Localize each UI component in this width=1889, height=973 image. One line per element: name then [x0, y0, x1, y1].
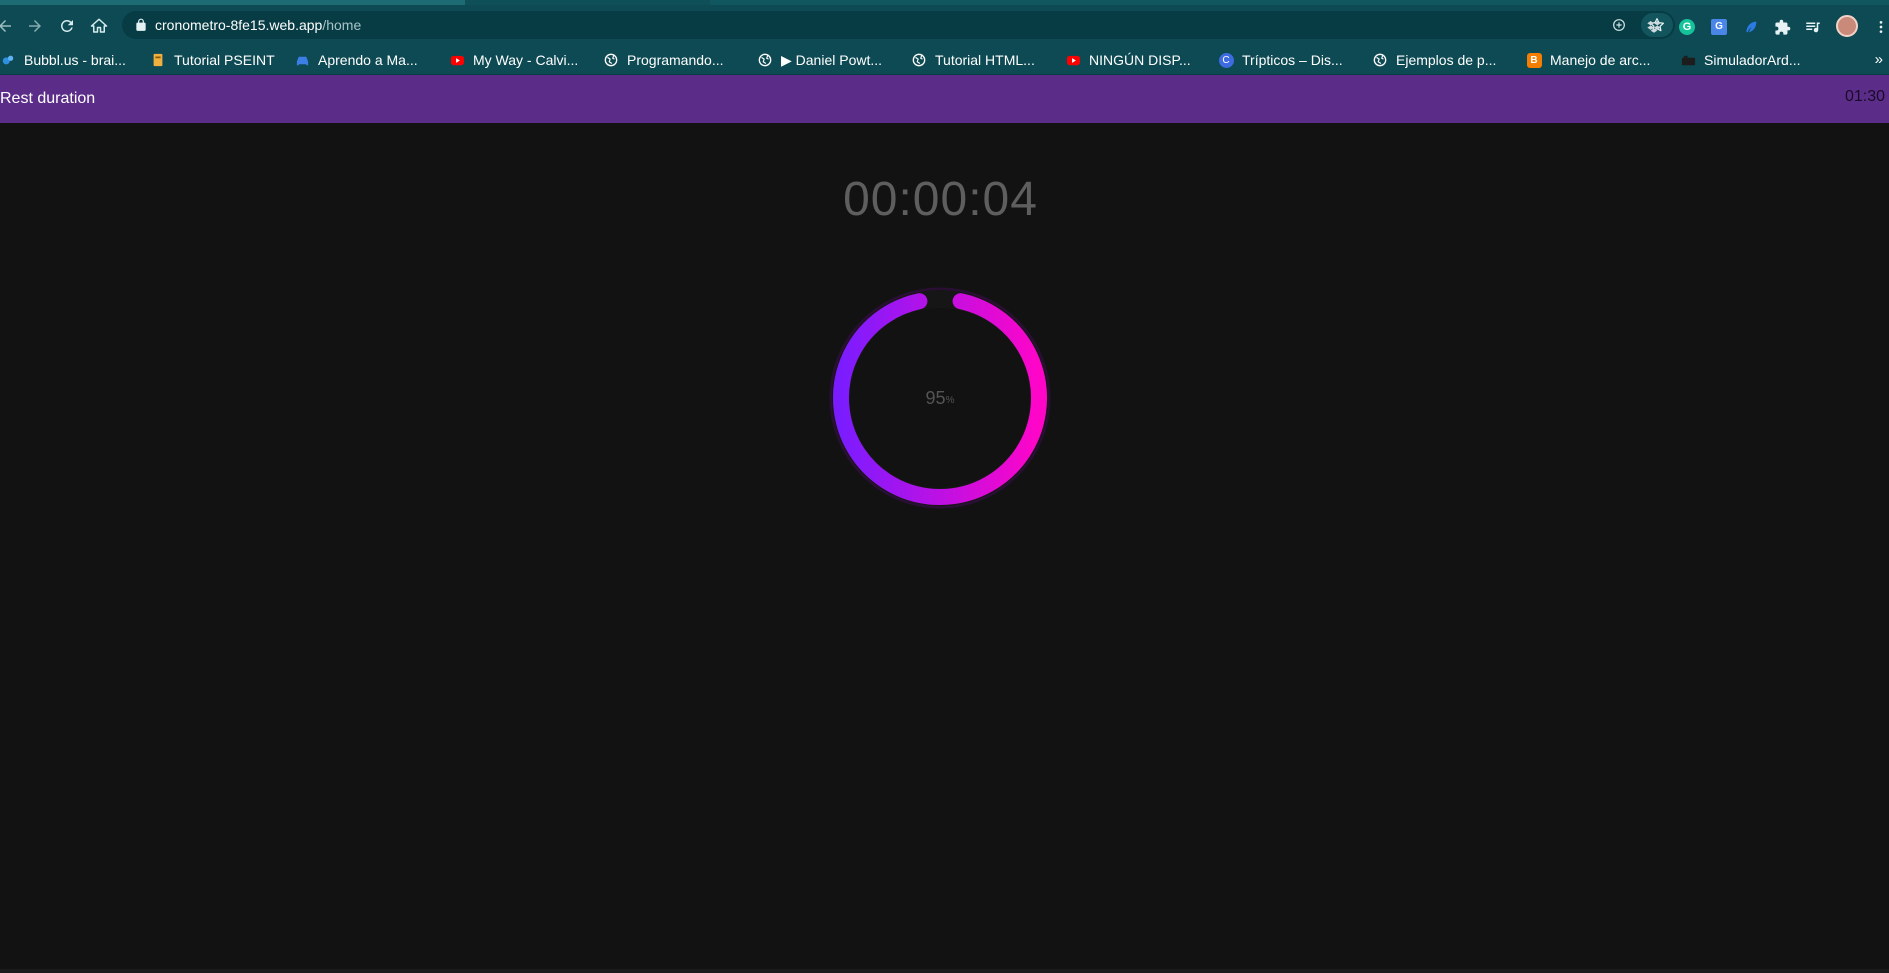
browser-toolbar: cronometro-8fe15.web.app/home G G: [0, 5, 1889, 45]
bookmark-item[interactable]: My Way - Calvi...: [449, 45, 578, 75]
bookmark-item[interactable]: Tutorial HTML...: [911, 45, 1035, 75]
bookmark-label: Tutorial HTML...: [935, 52, 1035, 68]
tinkercad-icon: [1680, 52, 1696, 68]
address-bar[interactable]: cronometro-8fe15.web.app/home: [122, 11, 1675, 39]
bookmarks-bar: Bubbl.us - brai... Tutorial PSEINT Apren…: [0, 45, 1889, 75]
forward-arrow-icon: [29, 20, 41, 32]
bookmark-label: Tutorial PSEINT: [174, 52, 275, 68]
url-path: /home: [322, 17, 362, 33]
feather-extension-icon[interactable]: [1742, 18, 1760, 36]
bookmark-label: NINGÚN DISP...: [1089, 52, 1191, 68]
media-control-icon[interactable]: [1804, 18, 1822, 36]
translate-extension-icon[interactable]: G: [1710, 18, 1728, 36]
blogger-icon: B: [1526, 52, 1542, 68]
page-bottom-edge: [0, 969, 1889, 973]
home-icon: [90, 18, 108, 33]
extensions-puzzle-icon[interactable]: [1773, 18, 1791, 36]
canva-icon: C: [1218, 52, 1234, 68]
bookmark-label: ▶ Daniel Powt...: [781, 51, 883, 68]
url-host: cronometro-8fe15.web.app: [155, 17, 323, 33]
globe-icon: [911, 52, 927, 68]
rest-duration-label: Rest duration: [0, 90, 96, 107]
bookmark-item[interactable]: ▶ Daniel Powt...: [757, 45, 882, 75]
youtube-icon: [1065, 52, 1081, 68]
bookmark-label: Bubbl.us - brai...: [24, 52, 126, 68]
url-text[interactable]: cronometro-8fe15.web.app/home: [155, 11, 361, 39]
bookmark-item[interactable]: Ejemplos de p...: [1372, 45, 1496, 75]
back-button[interactable]: [0, 15, 16, 37]
bookmark-item[interactable]: B Manejo de arc...: [1526, 45, 1650, 75]
lock-icon: [136, 18, 146, 31]
profile-avatar[interactable]: [1836, 15, 1858, 37]
forward-button[interactable]: [24, 15, 46, 37]
bookmark-label: Manejo de arc...: [1550, 52, 1651, 68]
bookmark-label: My Way - Calvi...: [473, 52, 579, 68]
elapsed-time: 00:00:04: [843, 173, 1038, 226]
rest-duration-value[interactable]: 01:30: [1845, 88, 1885, 106]
bookmark-item[interactable]: Aprendo a Ma...: [294, 45, 418, 75]
home-button[interactable]: [88, 15, 110, 37]
car-icon: [294, 52, 310, 68]
bookmark-item[interactable]: Tutorial PSEINT: [150, 45, 275, 75]
globe-icon: [1372, 52, 1388, 68]
progress-ring: 95%: [828, 286, 1052, 510]
browser-menu-icon[interactable]: [1872, 18, 1889, 36]
bookmark-label: Ejemplos de p...: [1396, 52, 1497, 68]
bookmark-item[interactable]: SimuladorArd...: [1680, 45, 1800, 75]
reload-button[interactable]: [56, 15, 78, 37]
progress-percent-unit: %: [945, 394, 955, 406]
bookmark-item[interactable]: Bubbl.us - brai...: [0, 45, 126, 75]
progress-percent: 95%: [828, 286, 1052, 510]
back-arrow-icon: [0, 20, 11, 32]
install-app-icon[interactable]: [1611, 17, 1627, 33]
bookmark-label: Trípticos – Dis...: [1242, 52, 1343, 68]
bookmark-item[interactable]: Programando...: [603, 45, 724, 75]
globe-icon: [603, 52, 619, 68]
bookmark-label: SimuladorArd...: [1704, 52, 1801, 68]
bookmark-label: Programando...: [627, 52, 724, 68]
youtube-icon: [449, 52, 465, 68]
globe-icon: [757, 52, 773, 68]
progress-percent-value: 95: [925, 387, 946, 408]
dropbox-extension-icon[interactable]: [1645, 18, 1663, 36]
bubbl-icon: [0, 52, 16, 68]
app-header: Rest duration 01:30: [0, 75, 1889, 123]
bookmark-label: Aprendo a Ma...: [318, 52, 418, 68]
pseint-icon: [150, 52, 166, 68]
grammarly-extension-icon[interactable]: G: [1678, 18, 1696, 36]
bookmark-item[interactable]: NINGÚN DISP...: [1065, 45, 1191, 75]
bookmark-item[interactable]: C Trípticos – Dis...: [1218, 45, 1343, 75]
bookmarks-overflow-button[interactable]: »: [1875, 45, 1883, 75]
reload-icon: [60, 19, 73, 32]
